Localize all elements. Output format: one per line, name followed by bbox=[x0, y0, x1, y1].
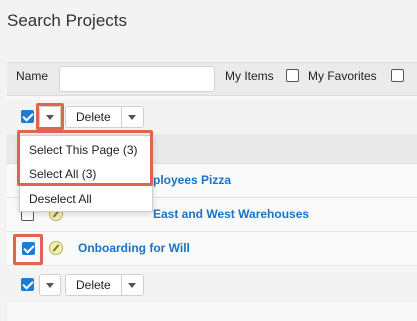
record-link[interactable]: ployees Pizza bbox=[153, 173, 231, 187]
select-all-checkbox[interactable] bbox=[21, 110, 34, 123]
chevron-down-icon bbox=[127, 115, 136, 120]
my-favorites-checkbox[interactable] bbox=[391, 69, 404, 82]
bottom-action-row: Delete bbox=[7, 268, 417, 302]
my-items-checkbox[interactable] bbox=[286, 69, 299, 82]
delete-button[interactable]: Delete bbox=[66, 107, 122, 127]
row-checkbox[interactable] bbox=[22, 242, 35, 255]
select-menu: Select This Page (3) Select All (3) Dese… bbox=[19, 135, 153, 212]
edit-pencil-icon[interactable] bbox=[49, 241, 63, 255]
top-delete-button-group: Delete bbox=[65, 106, 144, 128]
menu-item-select-this-page[interactable]: Select This Page (3) bbox=[20, 138, 152, 162]
delete-button[interactable]: Delete bbox=[66, 275, 122, 295]
chevron-down-icon bbox=[46, 283, 54, 288]
top-action-row: Delete bbox=[7, 100, 417, 134]
menu-item-select-all[interactable]: Select All (3) bbox=[20, 162, 152, 186]
menu-item-deselect-all[interactable]: Deselect All bbox=[20, 187, 152, 211]
select-all-checkbox[interactable] bbox=[21, 278, 34, 291]
table-row: Onboarding for Will bbox=[7, 232, 417, 266]
record-link[interactable]: East and West Warehouses bbox=[153, 207, 309, 221]
select-dropdown-button[interactable] bbox=[39, 106, 61, 128]
delete-dropdown-button[interactable] bbox=[122, 107, 143, 127]
record-link[interactable]: Onboarding for Will bbox=[78, 241, 190, 255]
select-dropdown-button[interactable] bbox=[39, 274, 61, 296]
name-label: Name bbox=[16, 69, 49, 83]
chevron-down-icon bbox=[46, 115, 54, 120]
page-title: Search Projects bbox=[7, 11, 127, 30]
chevron-down-icon bbox=[127, 283, 136, 288]
my-favorites-label: My Favorites bbox=[308, 69, 377, 83]
delete-dropdown-button[interactable] bbox=[122, 275, 143, 295]
search-bar: Name My Items My Favorites bbox=[7, 62, 417, 96]
my-items-label: My Items bbox=[225, 69, 274, 83]
bottom-delete-button-group: Delete bbox=[65, 274, 144, 296]
name-search-input[interactable] bbox=[59, 66, 215, 92]
